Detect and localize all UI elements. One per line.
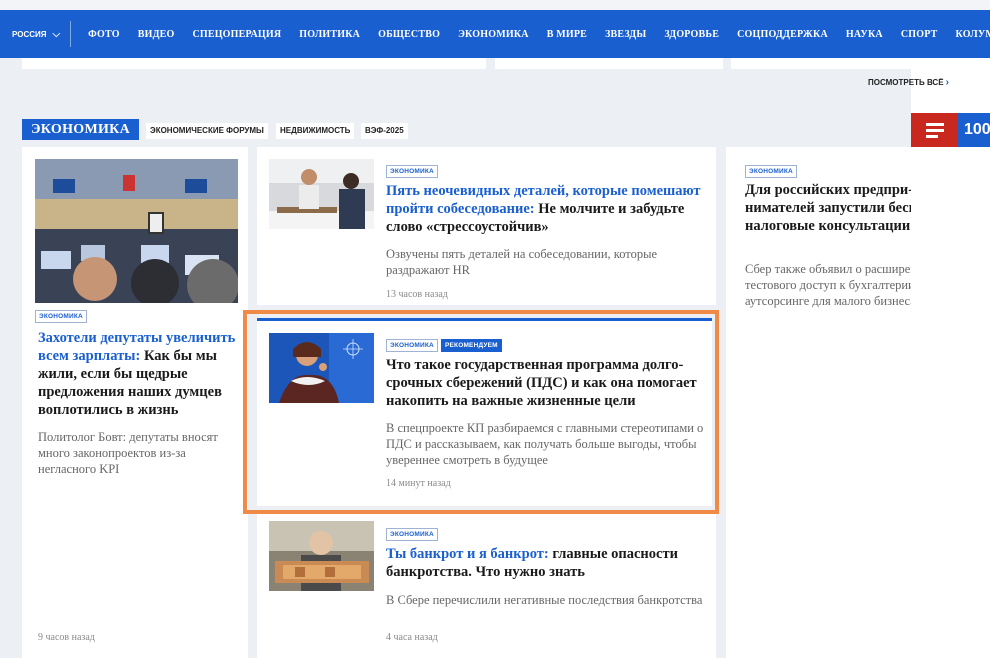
category-badge: ЭКОНОМИКА: [386, 165, 438, 178]
category-badge: ЭКОНОМИКА: [35, 310, 87, 323]
nav-item-world[interactable]: В МИРЕ: [547, 29, 587, 40]
nav-item-society[interactable]: ОБЩЕСТВО: [378, 29, 440, 40]
section-tag[interactable]: ВЭФ-2025: [361, 123, 408, 139]
article-card[interactable]: ЭКОНОМИКА Захотели депутаты увели­чить в…: [22, 147, 248, 658]
top-navigation: РОССИЯ ⌵ ФОТО ВИДЕО СПЕЦОПЕРАЦИЯ ПОЛИТИК…: [0, 10, 990, 58]
chevron-right-icon: ›: [945, 77, 949, 88]
section-title[interactable]: ЭКОНОМИКА: [22, 119, 140, 140]
article-badge[interactable]: ЭКОНОМИКА: [745, 160, 797, 178]
article-badge[interactable]: ЭКОНОМИКА: [386, 160, 438, 178]
see-all-label: ПОСМОТРЕТЬ ВСЁ: [868, 78, 944, 87]
article-headline[interactable]: Для российских предпри­нимателей запусти…: [745, 181, 911, 235]
article-headline[interactable]: Захотели депутаты увели­чить всем зарпла…: [38, 329, 243, 419]
category-badge: ЭКОНОМИКА: [386, 528, 438, 541]
nav-item-science[interactable]: НАУКА: [846, 29, 883, 40]
article-image: [269, 159, 374, 229]
nav-item-photo[interactable]: ФОТО: [88, 29, 120, 40]
article-lead: Политолог Бовт: депутаты вно­сят много з…: [38, 430, 218, 476]
nav-item-health[interactable]: ЗДОРОВЬЕ: [664, 29, 719, 40]
right-margin: [911, 58, 990, 658]
article-image: [35, 159, 238, 303]
previous-card: [22, 58, 486, 69]
see-all-link[interactable]: ПОСМОТРЕТЬ ВСЁ ›: [868, 77, 949, 88]
article-headline[interactable]: Пять неочевидных деталей, которые поме­ш…: [386, 182, 704, 236]
article-time: 4 часа назад: [386, 632, 438, 643]
article-time: 9 часов назад: [38, 632, 95, 643]
previous-card: [495, 58, 723, 69]
nav-item-sport[interactable]: СПОРТ: [901, 29, 938, 40]
article-headline[interactable]: Ты банкрот и я банкрот: главные опасност…: [386, 545, 704, 581]
chevron-down-icon: ⌵: [52, 28, 61, 40]
region-selector[interactable]: РОССИЯ ⌵: [12, 21, 72, 47]
nav-item-stars[interactable]: ЗВЕЗДЫ: [605, 29, 646, 40]
hamburger-line: [925, 128, 944, 132]
article-lead: Сбер также объявил о расши­рении тестово…: [745, 262, 911, 308]
nav-item-politics[interactable]: ПОЛИТИКА: [299, 29, 360, 40]
article-card[interactable]: ЭКОНОМИКА Ты банкрот и я банкрот: главны…: [257, 514, 716, 658]
nav-item-economy[interactable]: ЭКОНОМИКА: [458, 29, 529, 40]
headline-link: Ты банкрот и я банкрот:: [386, 546, 549, 562]
nav-item-columnists[interactable]: КОЛУМНИСТЫ: [956, 29, 990, 40]
article-lead: В Сбере перечислили негативные последств…: [386, 593, 703, 607]
article-badge[interactable]: ЭКОНОМИКА: [386, 523, 438, 541]
section-tag[interactable]: НЕДВИЖИМОСТЬ: [276, 123, 355, 139]
hamburger-line: [925, 134, 938, 138]
highlight-frame: [243, 310, 719, 514]
hamburger-icon: [925, 122, 944, 126]
nav-item-video[interactable]: ВИДЕО: [138, 29, 175, 40]
section-tag[interactable]: ЭКОНОМИЧЕСКИЕ ФОРУМЫ: [146, 123, 268, 139]
nav-item-social-support[interactable]: СОЦПОДДЕРЖКА: [737, 29, 828, 40]
article-card[interactable]: ЭКОНОМИКА Пять неочевидных деталей, кото…: [257, 147, 716, 305]
category-badge: ЭКОНОМИКА: [745, 165, 797, 178]
menu-button[interactable]: [911, 113, 958, 147]
previous-card: [731, 58, 911, 69]
article-card[interactable]: ЭКОНОМИКА Для российских предпри­нимател…: [726, 147, 911, 658]
article-lead: Озвучены пять деталей на собеседовании, …: [386, 247, 658, 277]
article-time: 13 часов назад: [386, 289, 448, 300]
article-image: [269, 521, 374, 591]
top-strip: [0, 0, 990, 10]
nav-item-special-operation[interactable]: СПЕЦОПЕРАЦИЯ: [193, 29, 282, 40]
region-label: РОССИЯ: [12, 29, 47, 39]
article-badge[interactable]: ЭКОНОМИКА: [35, 305, 87, 323]
site-logo[interactable]: 100: [958, 113, 990, 147]
